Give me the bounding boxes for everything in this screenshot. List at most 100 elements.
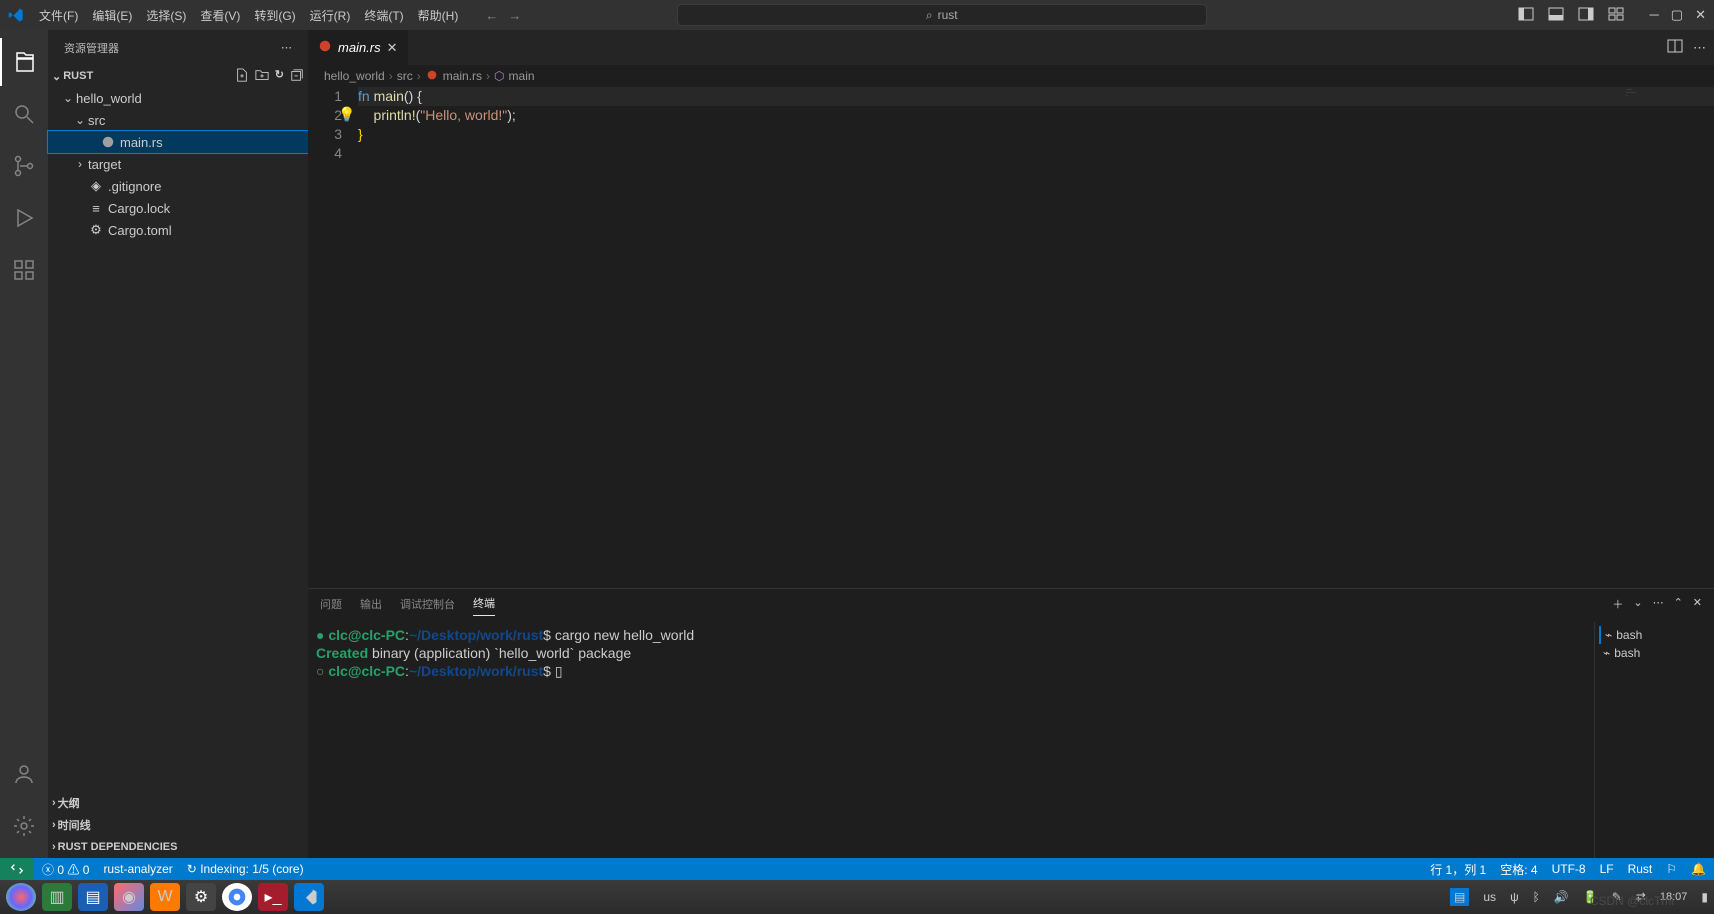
status-indexing[interactable]: ↻ Indexing: 1/5 (core) bbox=[187, 862, 304, 876]
minimap[interactable]: ▬▬▬▬▬▬▬▬▬ bbox=[1624, 87, 1714, 117]
code-content[interactable]: 💡 fn main() { println!("Hello, world!");… bbox=[358, 87, 1714, 588]
code-editor[interactable]: 1 2 3 4 💡 fn main() { println!("Hello, w… bbox=[308, 87, 1714, 588]
panel-maximize-icon[interactable]: ⌃ bbox=[1674, 596, 1683, 616]
layout-primary-icon[interactable] bbox=[1518, 6, 1534, 25]
app-terminal[interactable]: ▸_ bbox=[258, 883, 288, 911]
tray-clock[interactable]: 18:07 bbox=[1660, 891, 1688, 903]
nav-forward-icon[interactable]: → bbox=[508, 8, 521, 23]
status-problems[interactable]: ⓧ 0 ⚠ 0 bbox=[42, 861, 89, 878]
app-browser-1[interactable]: ◉ bbox=[114, 883, 144, 911]
menu-go[interactable]: 转到(G) bbox=[247, 7, 302, 24]
search-text: rust bbox=[938, 8, 958, 22]
gitignore-icon: ◈ bbox=[88, 178, 104, 194]
timeline-section[interactable]: ›时间线 bbox=[48, 814, 308, 836]
collapse-all-icon[interactable] bbox=[290, 68, 304, 85]
panel-more-icon[interactable]: ⋯ bbox=[1653, 596, 1664, 616]
status-rust-analyzer[interactable]: rust-analyzer bbox=[103, 862, 172, 876]
panel-tab-debug-console[interactable]: 调试控制台 bbox=[400, 596, 455, 616]
activity-settings-icon[interactable] bbox=[0, 802, 48, 850]
panel-tab-output[interactable]: 输出 bbox=[360, 596, 382, 616]
new-file-icon[interactable] bbox=[235, 68, 249, 85]
tree-file-cargo-toml[interactable]: ⚙Cargo.toml bbox=[48, 219, 308, 241]
menu-edit[interactable]: 编辑(E) bbox=[85, 7, 139, 24]
tree-folder-src[interactable]: ⌄src bbox=[48, 109, 308, 131]
menu-terminal[interactable]: 终端(T) bbox=[357, 7, 410, 24]
tree-folder-hello-world[interactable]: ⌄hello_world bbox=[48, 87, 308, 109]
new-terminal-icon[interactable]: ＋ bbox=[1612, 596, 1623, 616]
activity-account-icon[interactable] bbox=[0, 750, 48, 798]
close-icon[interactable]: ✕ bbox=[1695, 7, 1706, 23]
tray-input-icon[interactable]: ▤ bbox=[1450, 888, 1469, 906]
app-settings[interactable]: ⚙ bbox=[186, 883, 216, 911]
terminal-item-2[interactable]: ⌁bash bbox=[1599, 644, 1710, 662]
app-show-desktop[interactable]: ▥ bbox=[42, 883, 72, 911]
tray-edit-icon[interactable]: ✎ bbox=[1612, 890, 1622, 904]
panel-tab-problems[interactable]: 问题 bbox=[320, 596, 342, 616]
maximize-icon[interactable]: ▢ bbox=[1671, 7, 1683, 23]
outline-section[interactable]: ›大纲 bbox=[48, 792, 308, 814]
status-cursor-pos[interactable]: 行 1，列 1 bbox=[1430, 861, 1486, 878]
app-start[interactable] bbox=[6, 883, 36, 911]
activity-run-debug-icon[interactable] bbox=[0, 194, 48, 242]
menu-file[interactable]: 文件(F) bbox=[32, 7, 85, 24]
editor-more-icon[interactable]: ⋯ bbox=[1693, 40, 1706, 56]
tray-network-icon[interactable]: ⇄ bbox=[1636, 890, 1646, 904]
breadcrumb[interactable]: hello_world› src› main.rs› ⬡ main bbox=[308, 65, 1714, 87]
rust-deps-section[interactable]: ›RUST DEPENDENCIES bbox=[48, 836, 308, 858]
tray-usb-icon[interactable]: ψ bbox=[1510, 890, 1519, 904]
nav-back-icon[interactable]: ← bbox=[485, 8, 498, 23]
menu-selection[interactable]: 选择(S) bbox=[139, 7, 193, 24]
status-eol[interactable]: LF bbox=[1600, 862, 1614, 876]
command-center[interactable]: ⌕ rust bbox=[677, 4, 1207, 26]
terminal[interactable]: ● clc@clc-PC:~/Desktop/work/rust$ cargo … bbox=[308, 622, 1594, 858]
panel-close-icon[interactable]: ✕ bbox=[1693, 596, 1702, 616]
split-editor-icon[interactable] bbox=[1667, 38, 1683, 57]
activity-extensions-icon[interactable] bbox=[0, 246, 48, 294]
app-chrome[interactable] bbox=[222, 883, 252, 911]
status-feedback-icon[interactable]: ⚐ bbox=[1666, 862, 1677, 876]
tree-file-cargo-lock[interactable]: ≡Cargo.lock bbox=[48, 197, 308, 219]
refresh-icon[interactable]: ↻ bbox=[275, 68, 284, 85]
toml-file-icon: ⚙ bbox=[88, 222, 104, 238]
status-bell-icon[interactable]: 🔔 bbox=[1691, 862, 1706, 876]
layout-secondary-icon[interactable] bbox=[1578, 6, 1594, 25]
tray-bluetooth-icon[interactable]: ᛒ bbox=[1533, 890, 1540, 904]
status-language[interactable]: Rust bbox=[1628, 862, 1653, 876]
menu-view[interactable]: 查看(V) bbox=[193, 7, 247, 24]
layout-bottom-icon[interactable] bbox=[1548, 6, 1564, 25]
tree-folder-target[interactable]: ›target bbox=[48, 153, 308, 175]
file-tree: ⌄hello_world ⌄src main.rs ›target ◈.giti… bbox=[48, 87, 308, 241]
terminal-dropdown-icon[interactable]: ⌄ bbox=[1633, 596, 1642, 616]
app-vscode[interactable] bbox=[294, 883, 324, 911]
lock-file-icon: ≡ bbox=[88, 200, 104, 216]
status-spaces[interactable]: 空格: 4 bbox=[1500, 861, 1537, 878]
folder-section-header[interactable]: ⌄ RUST ↻ bbox=[48, 65, 308, 87]
tree-file-main-rs[interactable]: main.rs bbox=[48, 131, 308, 153]
activity-source-control-icon[interactable] bbox=[0, 142, 48, 190]
tray-volume-icon[interactable]: 🔊 bbox=[1554, 890, 1569, 904]
layout-customize-icon[interactable] bbox=[1608, 6, 1624, 25]
app-files[interactable]: ▤ bbox=[78, 883, 108, 911]
minimize-icon[interactable]: ─ bbox=[1650, 7, 1659, 23]
activity-explorer-icon[interactable] bbox=[0, 38, 48, 86]
status-encoding[interactable]: UTF-8 bbox=[1552, 862, 1586, 876]
sidebar-title: 资源管理器 bbox=[64, 40, 119, 56]
menu-run[interactable]: 运行(R) bbox=[303, 7, 358, 24]
lightbulb-icon[interactable]: 💡 bbox=[338, 106, 355, 123]
activity-search-icon[interactable] bbox=[0, 90, 48, 138]
line-numbers: 1 2 3 4 bbox=[308, 87, 358, 588]
new-folder-icon[interactable] bbox=[255, 68, 269, 85]
app-wps[interactable]: W bbox=[150, 883, 180, 911]
tab-main-rs[interactable]: main.rs ✕ bbox=[308, 30, 409, 65]
tray-battery-icon[interactable]: 🔋 bbox=[1583, 890, 1598, 904]
sidebar-more-icon[interactable]: ⋯ bbox=[281, 41, 292, 54]
editor-area: main.rs ✕ ⋯ hello_world› src› main.rs› ⬡… bbox=[308, 30, 1714, 858]
tray-keyboard-layout[interactable]: us bbox=[1483, 890, 1496, 904]
tray-show-desktop-icon[interactable]: ▮ bbox=[1701, 890, 1708, 904]
tree-file-gitignore[interactable]: ◈.gitignore bbox=[48, 175, 308, 197]
menu-help[interactable]: 帮助(H) bbox=[411, 7, 466, 24]
terminal-item-1[interactable]: ⌁bash bbox=[1599, 626, 1710, 644]
remote-indicator[interactable] bbox=[0, 858, 34, 880]
panel-tab-terminal[interactable]: 终端 bbox=[473, 595, 495, 616]
tab-close-icon[interactable]: ✕ bbox=[387, 40, 398, 56]
